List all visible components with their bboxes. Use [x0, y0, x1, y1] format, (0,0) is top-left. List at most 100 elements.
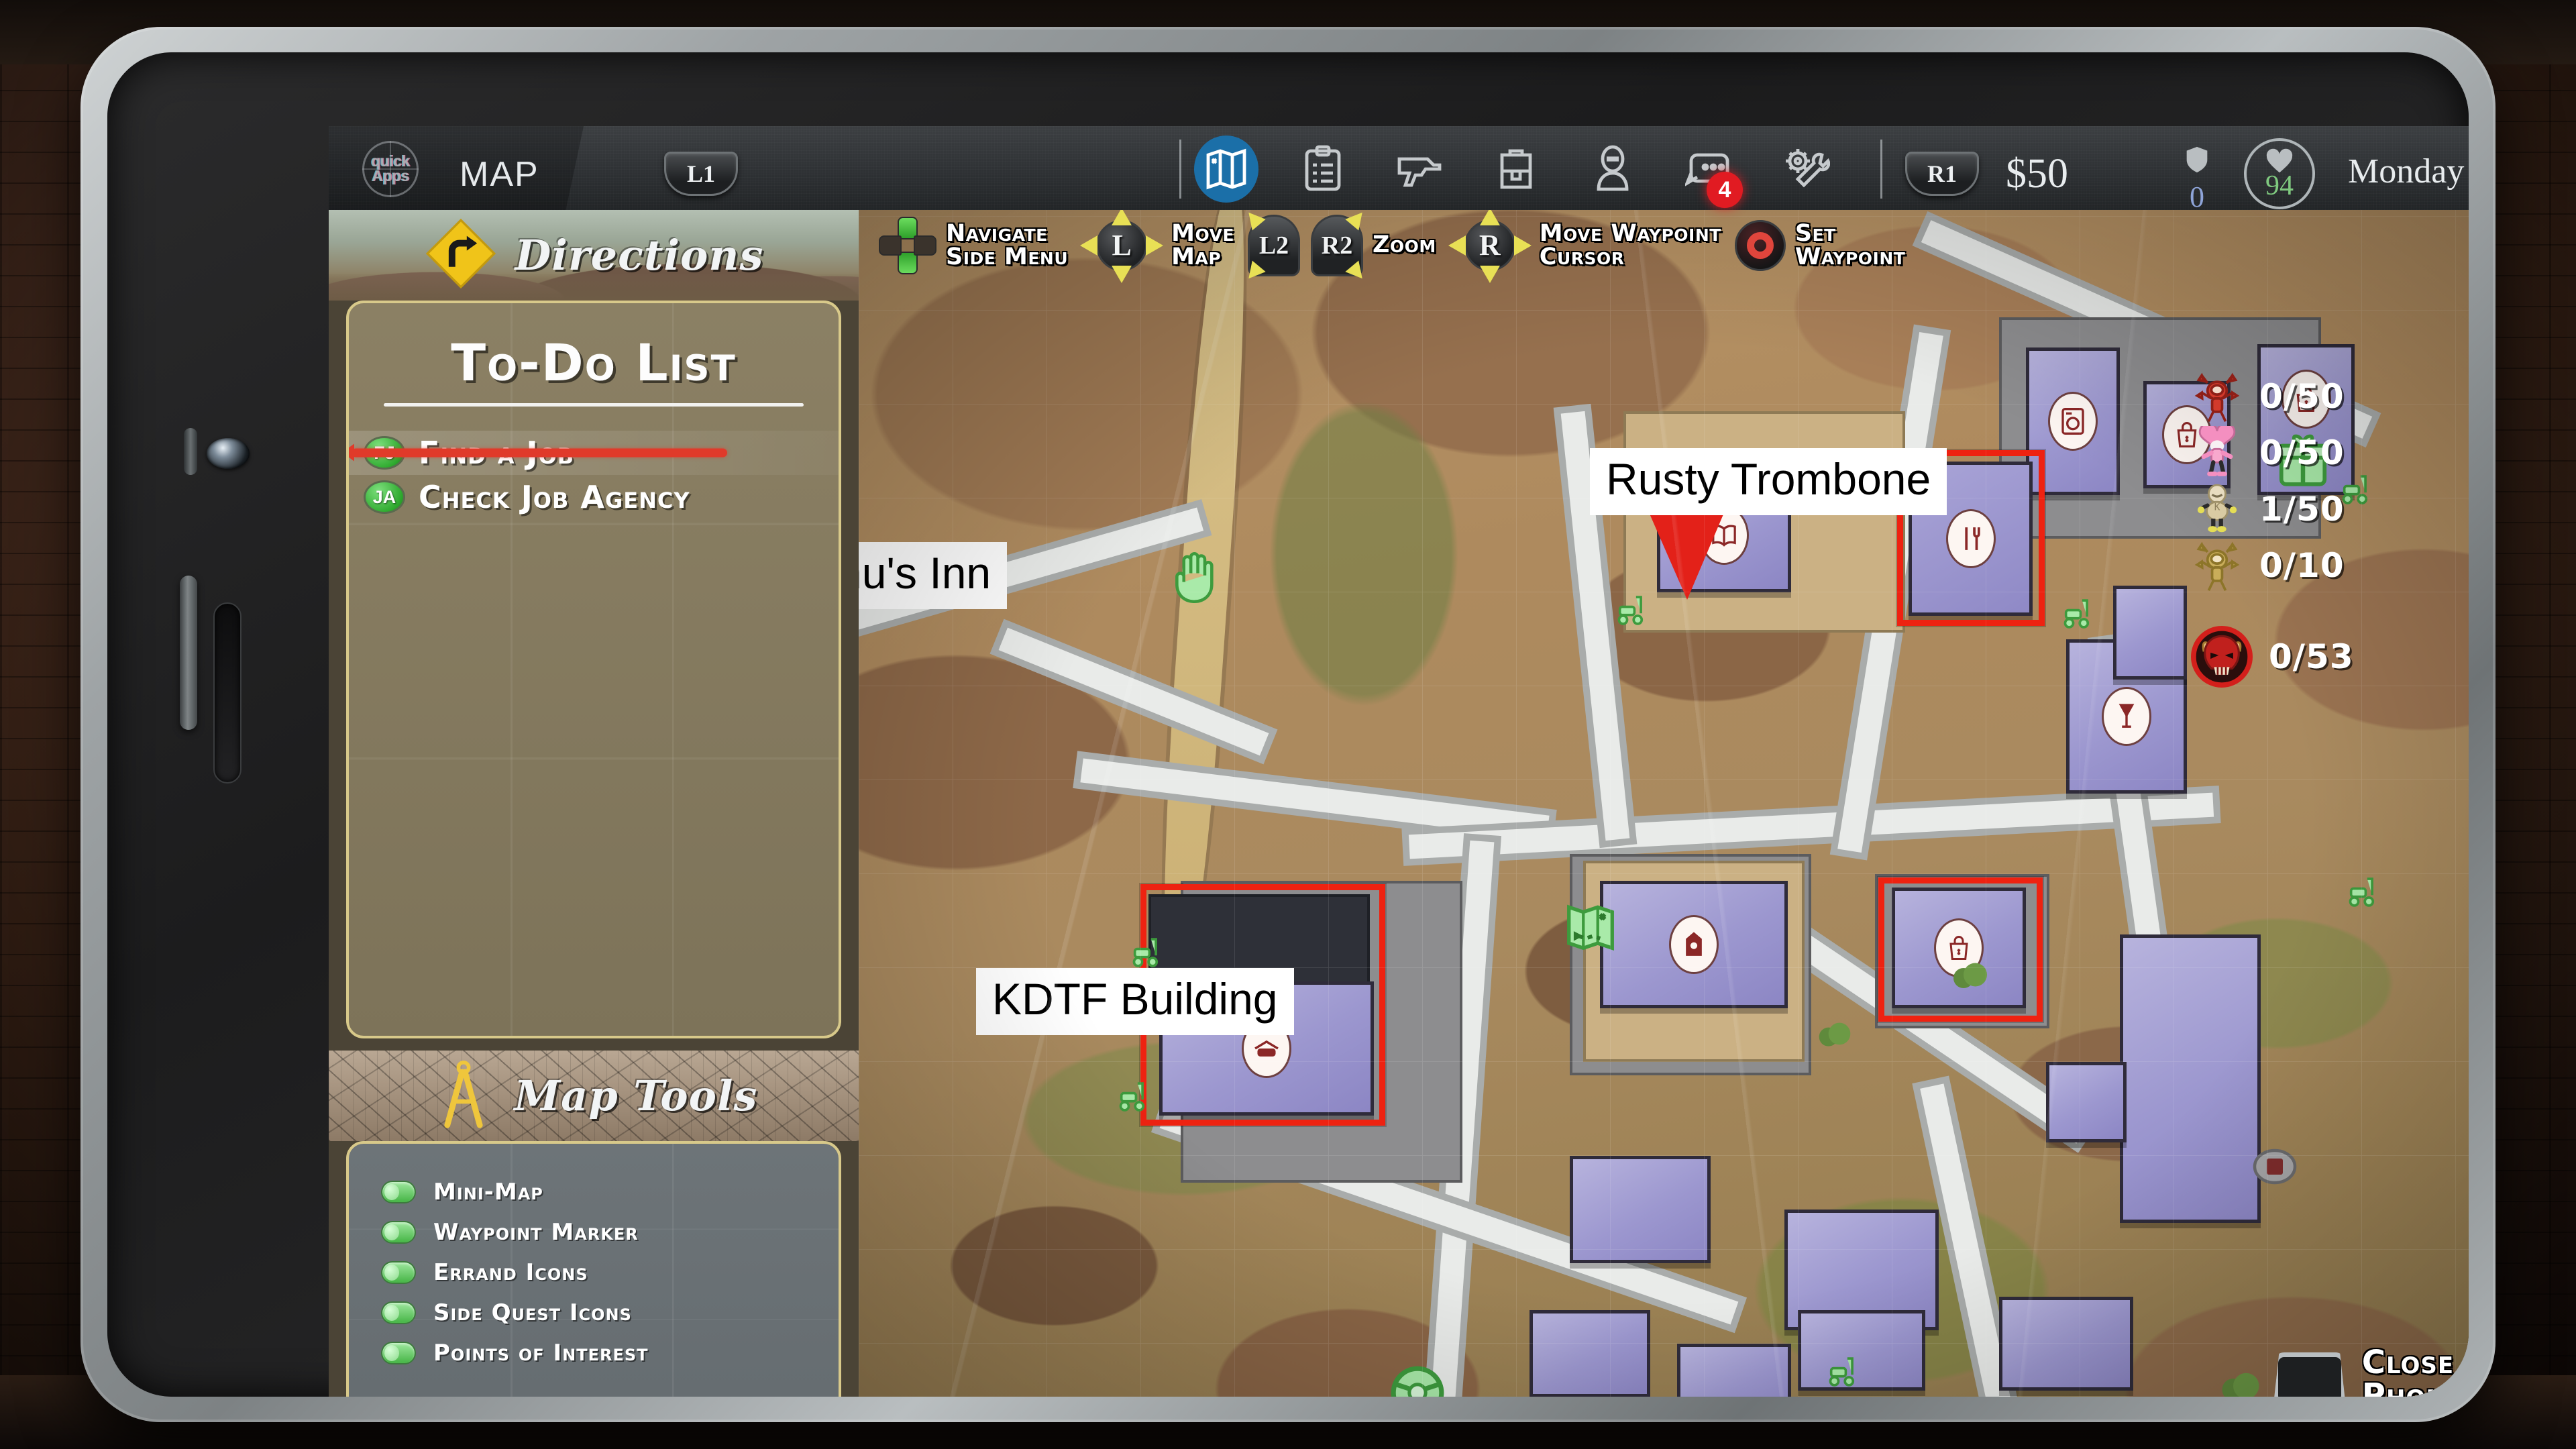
counter-value: 0/50	[2259, 377, 2345, 416]
l1-shoulder-label: L1	[664, 152, 738, 196]
toggle-switch[interactable]	[381, 1342, 416, 1364]
close-phone-line2: Phone	[2361, 1377, 2462, 1397]
directions-banner: Directions	[329, 210, 859, 301]
phone-speaker-grille	[213, 602, 241, 784]
map-tool-label: Waypoint Marker	[433, 1219, 639, 1246]
hint-line1: Set	[1794, 219, 1836, 247]
collectibles-panel: 0/50 0/50 K 1/50 0/10 0/53	[2191, 368, 2469, 688]
money-value: $50	[2006, 151, 2068, 197]
toggle-switch[interactable]	[381, 1261, 416, 1284]
map-tool-points-of-interest[interactable]: Points of Interest	[381, 1340, 839, 1366]
completed-strikethrough-icon	[349, 443, 727, 462]
logo-text-bottom: Apps	[372, 167, 409, 184]
map-tool-errand-icons[interactable]: Errand Icons	[381, 1259, 839, 1286]
toggle-switch[interactable]	[381, 1181, 416, 1203]
app-header: quick Apps MAP L1 4 R1 $50 0 94 Monday	[329, 126, 2469, 213]
counter-value: 1/50	[2259, 490, 2345, 529]
control-hints-bar: Navigate Side Menu L Move Map L2 R2 Zoom…	[859, 210, 2469, 284]
todo-list-title: To-Do List	[451, 333, 737, 392]
nav-backpack-icon[interactable]	[1484, 140, 1548, 199]
todo-item-find-a-job[interactable]: FJ Find a Job	[349, 431, 839, 475]
map-tool-label: Mini-Map	[433, 1179, 543, 1205]
toggle-switch[interactable]	[381, 1221, 416, 1244]
counter-row-gold-crab: 0/10	[2191, 537, 2469, 594]
road-sign-curve-icon	[424, 217, 498, 294]
hint-set-waypoint: Set Waypoint	[1734, 219, 1906, 271]
directions-title: Directions	[515, 231, 764, 280]
phone-camera-icon	[207, 438, 250, 469]
phone-device: scrotorola ◕ quick Apps MAP L1	[80, 27, 2496, 1422]
next-app-button[interactable]: R1	[1905, 152, 1979, 196]
close-phone-control[interactable]: Close Phone	[2273, 1346, 2462, 1397]
hint-line1: Zoom	[1373, 231, 1436, 258]
todo-list: FJ Find a Job JA Check Job Agency	[349, 431, 839, 519]
counter-row-k-robot: K 1/50	[2191, 481, 2469, 537]
gold-crab-collectible-icon	[2191, 539, 2243, 592]
demon-skull-collectible-icon	[2191, 626, 2253, 688]
left-stick-icon[interactable]: L	[1080, 210, 1164, 283]
counter-value: 0/53	[2269, 637, 2354, 676]
map-view[interactable]: Rusty Trombone Anu's Inn KDTF Building N…	[859, 210, 2469, 1397]
red-crab-collectible-icon	[2191, 370, 2243, 423]
map-tool-waypoint-marker[interactable]: Waypoint Marker	[381, 1219, 839, 1246]
side-menu: Directions To-Do List FJ Find a Job JA	[329, 210, 859, 1397]
k-robot-collectible-icon: K	[2191, 483, 2243, 535]
header-divider-2	[1880, 140, 1882, 199]
toggle-switch[interactable]	[381, 1301, 416, 1324]
todo-badge: JA	[364, 480, 405, 514]
close-phone-button-icon[interactable]	[2273, 1352, 2346, 1397]
map-tools-list: Mini-Map Waypoint Marker Errand Icons Si…	[349, 1144, 839, 1366]
hint-move-waypoint-cursor: R Move Waypoint Cursor	[1448, 210, 1721, 283]
hint-line1: Navigate	[946, 219, 1048, 247]
map-tool-label: Errand Icons	[433, 1259, 588, 1286]
todo-divider	[384, 403, 804, 407]
pink-heart-collectible-icon	[2191, 426, 2243, 479]
nav-map-icon[interactable]	[1194, 140, 1258, 199]
health-value: 94	[2265, 170, 2294, 202]
prev-app-button[interactable]: L1	[664, 152, 738, 196]
nav-gun-icon[interactable]	[1387, 140, 1452, 199]
nav-clipboard-icon[interactable]	[1291, 140, 1355, 199]
hint-navigate-side-menu: Navigate Side Menu	[879, 216, 1069, 274]
circle-button-icon[interactable]	[1734, 219, 1786, 271]
todo-item-check-job-agency[interactable]: JA Check Job Agency	[349, 475, 839, 519]
svg-text:K: K	[2214, 502, 2220, 513]
armor-value: 0	[2190, 180, 2204, 213]
map-tool-mini-map[interactable]: Mini-Map	[381, 1179, 839, 1205]
phone-volume-button[interactable]	[184, 428, 197, 475]
todo-panel: To-Do List FJ Find a Job JA Check Job Ag…	[346, 301, 841, 1038]
map-tool-side-quest-icons[interactable]: Side Quest Icons	[381, 1299, 839, 1326]
hint-line1: Move Waypoint	[1539, 219, 1721, 247]
phone-bezel: scrotorola ◕ quick Apps MAP L1	[107, 52, 2469, 1397]
right-stick-icon[interactable]: R	[1448, 210, 1532, 283]
map-tool-label: Side Quest Icons	[433, 1299, 632, 1326]
phone-screen: quick Apps MAP L1 4 R1 $50 0 94 Monday D…	[329, 126, 2469, 1397]
r1-shoulder-label: R1	[1905, 152, 1979, 196]
counter-value: 0/50	[2259, 433, 2345, 472]
counter-value: 0/10	[2259, 546, 2345, 585]
map-tool-label: Points of Interest	[433, 1340, 649, 1366]
phone-power-button[interactable]	[180, 576, 197, 730]
day-label: Monday	[2348, 152, 2465, 191]
dpad-icon[interactable]	[879, 216, 936, 274]
hint-line1: Move	[1171, 219, 1234, 247]
counter-row-red-crab: 0/50	[2191, 368, 2469, 425]
hint-line2: Map	[1171, 243, 1222, 270]
header-divider	[1179, 140, 1181, 199]
health-stat: 94	[2244, 138, 2315, 209]
map-tools-banner: Map Tools	[329, 1051, 859, 1141]
nav-settings-icon[interactable]	[1774, 140, 1838, 199]
counter-row-demon-skull: 0/53	[2191, 626, 2469, 688]
hint-move-map: L Move Map	[1080, 210, 1234, 283]
map-tools-panel: Mini-Map Waypoint Marker Errand Icons Si…	[346, 1141, 841, 1397]
hint-line2: Waypoint	[1794, 243, 1906, 270]
armor-stat: 0	[2167, 143, 2227, 214]
nav-messages-icon[interactable]: 4	[1677, 140, 1743, 208]
app-nav-icons: 4	[1194, 140, 1838, 208]
nav-character-icon[interactable]	[1580, 140, 1645, 199]
hint-line2: Side Menu	[946, 243, 1069, 270]
quickapps-logo-icon: quick Apps	[362, 141, 419, 197]
messages-badge: 4	[1707, 172, 1743, 208]
hint-line2: Cursor	[1539, 243, 1625, 270]
map-tools-title: Map Tools	[514, 1071, 758, 1120]
